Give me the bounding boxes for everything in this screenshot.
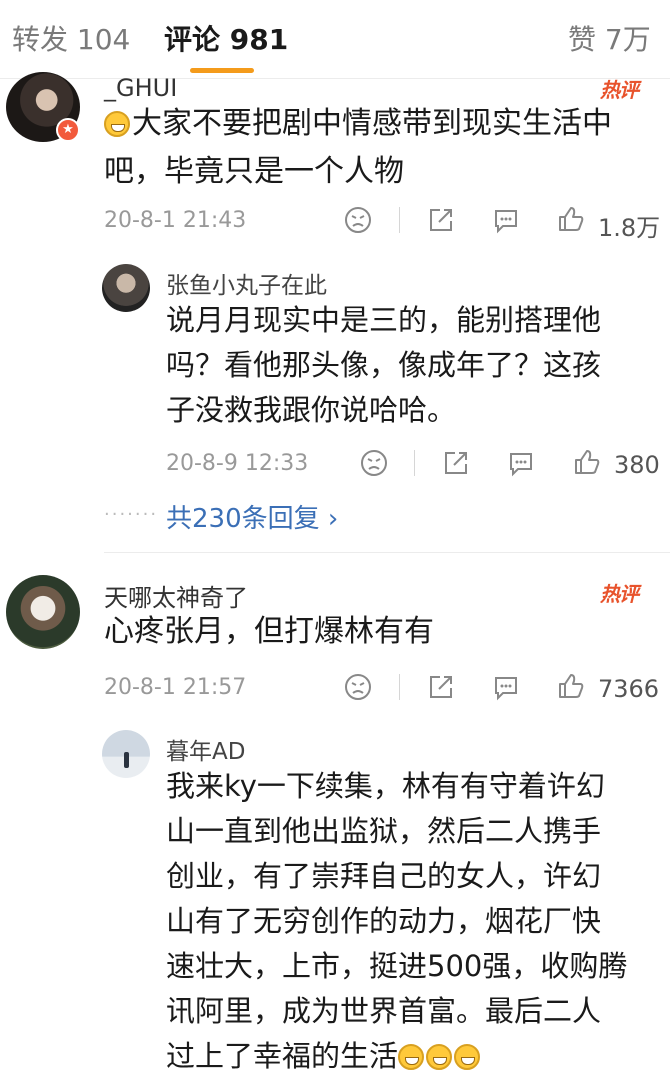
- reply-icon[interactable]: [491, 205, 521, 235]
- reply-username[interactable]: 暮年AD: [166, 732, 245, 766]
- like-count: 7366: [598, 675, 660, 703]
- avatar[interactable]: [6, 575, 80, 649]
- comment-username[interactable]: _GHUI: [104, 74, 177, 102]
- reply-avatar[interactable]: [102, 730, 150, 778]
- verified-badge-icon: ★: [56, 118, 80, 142]
- grinning-emoji-icon: [426, 1044, 453, 1070]
- dislike-icon[interactable]: [359, 448, 389, 478]
- action-separator: [399, 207, 400, 233]
- active-tab-indicator: [190, 68, 254, 73]
- comment-tabs: 转发 104 评论 981 赞 7万: [0, 0, 670, 78]
- tab-divider: [0, 78, 670, 79]
- dislike-icon[interactable]: [343, 205, 373, 235]
- reply-text: 说月月现实中是三的，能别搭理他 吗？看他那头像，像成年了？这孩 子没救我跟你说哈…: [166, 303, 602, 427]
- share-icon[interactable]: [426, 205, 456, 235]
- reply-text: 我来ky一下续集，林有有守着许幻 山一直到他出监狱，然后二人携手 创业，有了崇拜…: [166, 769, 628, 1073]
- like-icon[interactable]: [556, 204, 586, 234]
- reply-icon[interactable]: [491, 672, 521, 702]
- reply-icon[interactable]: [506, 448, 536, 478]
- reply-timestamp: 20-8-9 12:33: [166, 451, 309, 476]
- like-icon[interactable]: [572, 447, 602, 477]
- like-count: 380: [614, 451, 660, 479]
- comment-timestamp: 20-8-1 21:43: [104, 208, 247, 233]
- grinning-emoji-icon: [454, 1044, 481, 1070]
- crying-laughing-emoji-icon: [104, 111, 130, 137]
- comment-text: 大家不要把剧中情感带到现实生活中 吧，毕竟只是一个人物: [104, 106, 612, 189]
- tab-reposts[interactable]: 转发 104: [12, 18, 130, 58]
- comment-divider: [104, 552, 670, 553]
- action-separator: [399, 674, 400, 700]
- like-count: 1.8万: [598, 214, 661, 242]
- share-icon[interactable]: [441, 448, 471, 478]
- hot-comment-badge: 热评: [600, 582, 639, 606]
- view-replies-link[interactable]: 共230条回复 ›: [166, 498, 338, 535]
- tab-comments[interactable]: 评论 981: [164, 18, 288, 58]
- reply-username[interactable]: 张鱼小丸子在此: [166, 266, 327, 300]
- dislike-icon[interactable]: [343, 672, 373, 702]
- grinning-emoji-icon: [398, 1044, 425, 1070]
- tab-likes[interactable]: 赞 7万: [568, 18, 651, 58]
- action-separator: [414, 450, 415, 476]
- comment-timestamp: 20-8-1 21:57: [104, 675, 247, 700]
- like-icon[interactable]: [556, 671, 586, 701]
- comment-text: 心疼张月，但打爆林有有: [104, 614, 434, 649]
- hot-comment-badge: 热评: [600, 78, 639, 102]
- more-dots: ·······: [104, 504, 159, 525]
- share-icon[interactable]: [426, 672, 456, 702]
- reply-avatar[interactable]: [102, 264, 150, 312]
